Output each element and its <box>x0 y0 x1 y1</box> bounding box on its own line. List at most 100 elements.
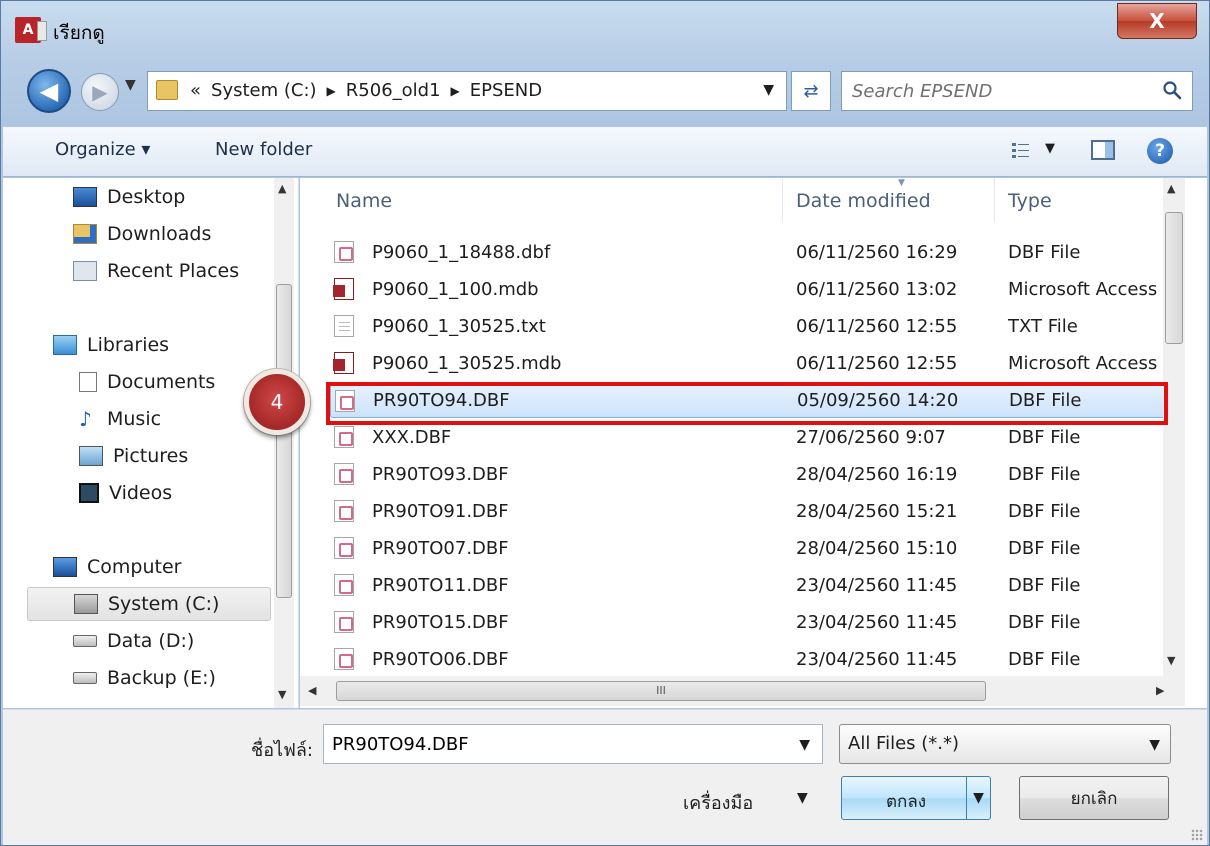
breadcrumb-item-system[interactable]: System (C:) <box>211 80 317 101</box>
column-header-date[interactable]: Date modified <box>796 190 931 212</box>
sidebar-item-desktop[interactable]: Desktop <box>73 180 273 214</box>
file-type-select[interactable]: All Files (*.*) ▼ <box>839 724 1171 764</box>
file-list-horizontal-scrollbar[interactable]: ◀ III ▶ <box>300 676 1185 706</box>
file-list-vertical-scrollbar[interactable]: ▲ ▼ <box>1163 178 1185 676</box>
dbf-file-icon <box>334 463 354 485</box>
column-header-name[interactable]: Name <box>336 190 392 212</box>
refresh-button[interactable]: ⇄ <box>791 71 831 111</box>
file-date: 06/11/2560 13:02 <box>796 278 958 300</box>
search-box[interactable] <box>841 71 1193 111</box>
scroll-up-icon[interactable]: ▲ <box>278 182 286 195</box>
close-icon: X <box>1149 9 1165 33</box>
resize-grip-icon[interactable] <box>1191 829 1203 841</box>
file-row[interactable]: P9060_1_30525.txt 06/11/2560 12:55 TXT F… <box>330 308 1168 344</box>
organize-button[interactable]: Organize ▾ <box>55 139 150 160</box>
sidebar-item-libraries[interactable]: Libraries <box>53 328 273 362</box>
navigation-pane: Desktop Downloads Recent Places Librarie… <box>3 178 299 708</box>
libraries-icon <box>53 335 77 355</box>
help-icon[interactable]: ? <box>1147 138 1173 164</box>
tools-button[interactable]: เครื่องมือ <box>683 788 753 817</box>
title-bar: A เรียกดู X <box>1 1 1209 59</box>
file-date: 06/11/2560 12:55 <box>796 315 958 337</box>
file-date: 23/04/2560 11:45 <box>796 574 958 596</box>
sidebar-item-downloads[interactable]: Downloads <box>73 217 273 251</box>
sort-indicator-icon: ▼ <box>898 178 905 188</box>
ok-button[interactable]: ตกลง ▼ <box>841 776 991 820</box>
breadcrumb-arrow-icon[interactable]: ▶ <box>327 84 336 98</box>
filename-field[interactable]: ▼ <box>323 724 823 764</box>
file-name: PR90TO06.DBF <box>372 648 509 670</box>
sidebar-item-videos[interactable]: Videos <box>79 476 273 510</box>
file-row[interactable]: PR90TO11.DBF 23/04/2560 11:45 DBF File <box>330 567 1168 603</box>
sidebar-item-computer[interactable]: Computer <box>53 550 273 584</box>
dbf-file-icon <box>334 500 354 522</box>
ok-split-dropdown-icon[interactable]: ▼ <box>966 777 990 819</box>
open-file-dialog: A เรียกดู X ◀ ▶ ▼ « System (C:) ▶ R506_o… <box>0 0 1210 846</box>
file-date: 23/04/2560 11:45 <box>796 648 958 670</box>
filename-dropdown-icon[interactable]: ▼ <box>799 737 810 753</box>
ok-button-label: ตกลง <box>886 792 927 812</box>
file-row[interactable]: P9060_1_100.mdb 06/11/2560 13:02 Microso… <box>330 271 1168 307</box>
breadcrumb-item-r506[interactable]: R506_old1 <box>346 80 441 101</box>
sidebar-item-system-c[interactable]: System (C:) <box>27 587 271 621</box>
file-row[interactable]: P9060_1_30525.mdb 06/11/2560 12:55 Micro… <box>330 345 1168 381</box>
app-icon-letter: A <box>22 22 34 38</box>
filename-input[interactable] <box>332 732 772 756</box>
scroll-down-icon[interactable]: ▼ <box>278 688 286 701</box>
dbf-file-icon <box>334 574 354 596</box>
breadcrumb-arrow-icon[interactable]: ▶ <box>451 84 460 98</box>
scrollbar-thumb[interactable] <box>1165 212 1183 344</box>
file-date: 27/06/2560 9:07 <box>796 426 946 448</box>
recent-places-icon <box>73 261 97 281</box>
address-bar[interactable]: « System (C:) ▶ R506_old1 ▶ EPSEND ▼ <box>147 71 787 111</box>
tools-dropdown-icon[interactable]: ▼ <box>797 790 808 806</box>
column-divider[interactable] <box>994 178 995 222</box>
column-header-type[interactable]: Type <box>1008 190 1052 212</box>
scroll-left-icon[interactable]: ◀ <box>308 684 316 697</box>
view-options-icon[interactable] <box>1011 141 1031 159</box>
cancel-button[interactable]: ยกเลิก <box>1019 776 1169 820</box>
file-row[interactable]: PR90TO06.DBF 23/04/2560 11:45 DBF File <box>330 641 1168 677</box>
file-date: 06/11/2560 16:29 <box>796 241 958 263</box>
history-dropdown-icon[interactable]: ▼ <box>125 77 136 93</box>
file-row[interactable]: PR90TO93.DBF 28/04/2560 16:19 DBF File <box>330 456 1168 492</box>
column-divider[interactable] <box>782 178 783 222</box>
file-row[interactable]: PR90TO15.DBF 23/04/2560 11:45 DBF File <box>330 604 1168 640</box>
scroll-right-icon[interactable]: ▶ <box>1156 684 1164 697</box>
file-row[interactable]: P9060_1_18488.dbf 06/11/2560 16:29 DBF F… <box>330 234 1168 270</box>
scroll-down-icon[interactable]: ▼ <box>1167 654 1175 667</box>
sidebar-item-data-d[interactable]: Data (D:) <box>73 624 273 658</box>
music-icon: ♪ <box>79 407 92 431</box>
command-toolbar: Organize ▾ New folder ▼ ? <box>3 127 1207 177</box>
navigation-scrollbar[interactable]: ▲ ▼ <box>274 178 294 708</box>
sidebar-item-label: Data (D:) <box>107 630 195 652</box>
dbf-file-icon <box>334 648 354 670</box>
preview-pane-icon[interactable] <box>1091 140 1115 160</box>
file-row[interactable]: PR90TO07.DBF 28/04/2560 15:10 DBF File <box>330 530 1168 566</box>
scroll-up-icon[interactable]: ▲ <box>1167 182 1175 195</box>
drive-icon <box>73 672 97 684</box>
scrollbar-thumb[interactable] <box>276 284 292 598</box>
sidebar-item-label: Recent Places <box>107 260 240 282</box>
search-input[interactable] <box>852 78 1142 104</box>
dbf-file-icon <box>334 611 354 633</box>
breadcrumb-item-epsend[interactable]: EPSEND <box>470 80 542 101</box>
address-dropdown-icon[interactable]: ▼ <box>763 82 774 98</box>
new-folder-button[interactable]: New folder <box>215 139 312 160</box>
access-file-icon <box>333 352 354 374</box>
file-type: DBF File <box>1008 574 1081 596</box>
file-row[interactable]: PR90TO91.DBF 28/04/2560 15:21 DBF File <box>330 493 1168 529</box>
scrollbar-thumb[interactable]: III <box>336 681 986 701</box>
file-type: DBF File <box>1008 648 1081 670</box>
breadcrumb-overflow[interactable]: « <box>190 80 201 101</box>
sidebar-item-backup-e[interactable]: Backup (E:) <box>73 661 273 695</box>
sidebar-item-pictures[interactable]: Pictures <box>79 439 273 473</box>
forward-button[interactable]: ▶ <box>81 73 119 111</box>
sidebar-item-recent-places[interactable]: Recent Places <box>73 254 273 288</box>
search-icon[interactable] <box>1162 80 1182 100</box>
file-type: DBF File <box>1008 426 1081 448</box>
view-dropdown-icon[interactable]: ▼ <box>1045 141 1055 156</box>
back-button[interactable]: ◀ <box>27 69 71 113</box>
help-icon-glyph: ? <box>1155 141 1165 161</box>
close-button[interactable]: X <box>1117 3 1197 39</box>
